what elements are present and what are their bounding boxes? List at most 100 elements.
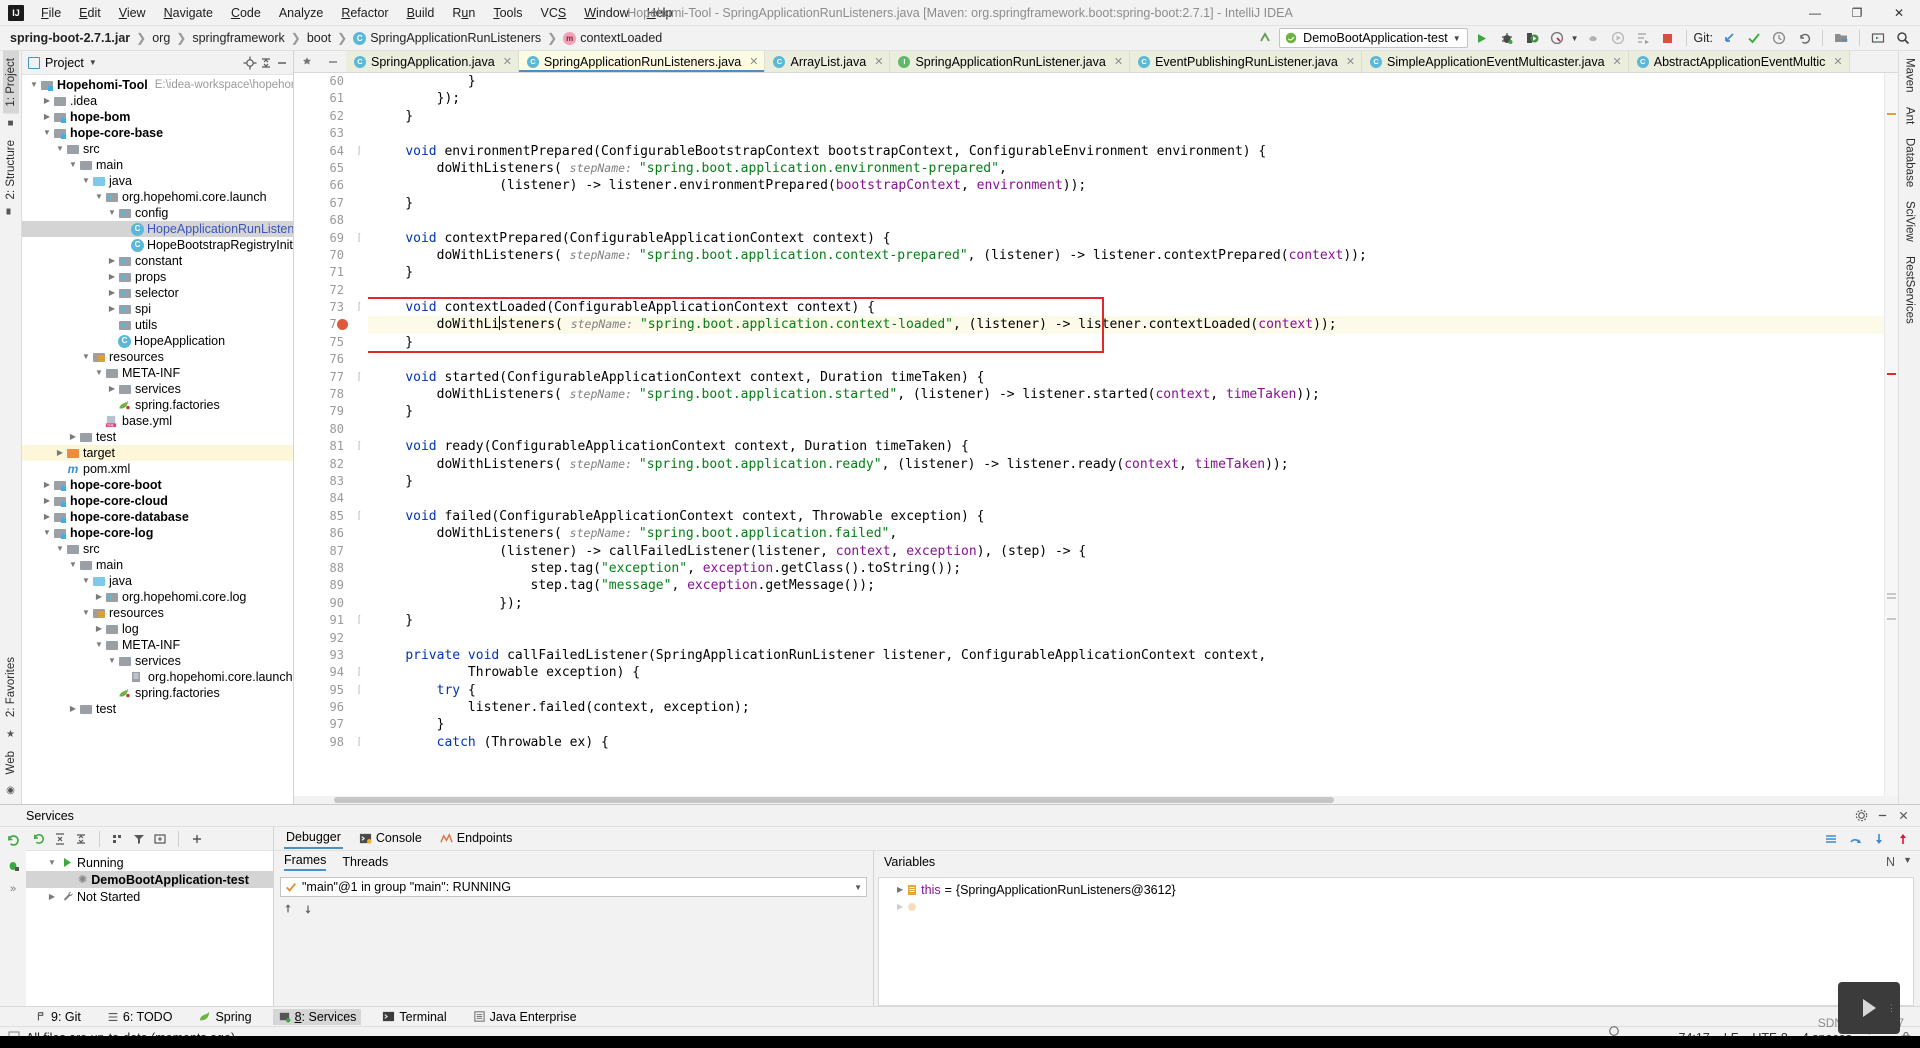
project-tree-node[interactable]: ▶ org.hopehomi.core.log <box>22 589 293 605</box>
tool-strip-spring[interactable]: Spring <box>193 1009 256 1025</box>
code-line[interactable]: } <box>368 264 1884 281</box>
code-line[interactable]: Throwable exception) { <box>368 664 1884 681</box>
code-line[interactable]: step.tag("message", exception.getMessage… <box>368 577 1884 594</box>
tree-expand-arrow-icon[interactable]: ▶ <box>41 93 53 109</box>
line-number[interactable]: 80 <box>294 421 350 438</box>
menu-vcs[interactable]: VCS <box>532 3 576 23</box>
line-number[interactable]: 66 <box>294 177 350 194</box>
fold-marker[interactable] <box>350 316 368 333</box>
project-tree-node[interactable]: YML base.yml <box>22 413 293 429</box>
code-line[interactable]: } <box>368 403 1884 420</box>
expand-arrow-icon[interactable]: ▶ <box>897 885 903 894</box>
fold-marker[interactable]: ⎰ <box>350 664 368 681</box>
rerun-icon[interactable] <box>32 832 46 846</box>
code-editor[interactable]: 6061626364656667686970717273747576777879… <box>294 73 1898 796</box>
fold-marker[interactable] <box>350 247 368 264</box>
git-update-icon[interactable] <box>1718 28 1740 49</box>
fold-marker[interactable]: ⎰ <box>350 230 368 247</box>
menu-file[interactable]: File <box>32 3 70 23</box>
code-line[interactable]: } <box>368 195 1884 212</box>
debug-icon[interactable] <box>1496 28 1518 49</box>
code-line[interactable]: } <box>368 473 1884 490</box>
fold-marker[interactable]: ⎰ <box>350 369 368 386</box>
breadcrumb-item-springframework[interactable]: springframework <box>188 30 288 46</box>
code-line[interactable] <box>368 630 1884 647</box>
code-line[interactable]: catch (Throwable ex) { <box>368 734 1884 751</box>
layout-settings-icon[interactable] <box>1824 832 1838 846</box>
fold-marker[interactable]: ⎰ <box>350 734 368 751</box>
tree-expand-arrow-icon[interactable]: ▼ <box>46 858 58 867</box>
fold-marker[interactable]: ⎰ <box>350 299 368 316</box>
line-number[interactable]: 78 <box>294 386 350 403</box>
tree-expand-arrow-icon[interactable]: ▼ <box>54 541 66 557</box>
editor-tab[interactable]: C SpringApplicationRunListeners.java ✕ <box>518 51 766 72</box>
fold-marker[interactable] <box>350 334 368 351</box>
tree-expand-arrow-icon[interactable]: ▼ <box>67 157 79 173</box>
code-line[interactable]: void contextPrepared(ConfigurableApplica… <box>368 230 1884 247</box>
hide-panel-icon[interactable] <box>275 56 289 70</box>
line-number-gutter[interactable]: 6061626364656667686970717273747576777879… <box>294 73 350 796</box>
project-tree-node[interactable]: ▶ hope-core-boot <box>22 477 293 493</box>
project-tree-node[interactable]: ▶ spi <box>22 301 293 317</box>
stop-icon[interactable] <box>1657 28 1679 49</box>
attach-profiler-icon[interactable] <box>1582 28 1604 49</box>
project-tree-node[interactable]: org.hopehomi.core.launch.spi.Sp <box>22 669 293 685</box>
profiler-icon[interactable] <box>1546 28 1568 49</box>
tree-expand-arrow-icon[interactable]: ▼ <box>93 637 105 653</box>
fold-marker[interactable] <box>350 177 368 194</box>
fold-marker[interactable] <box>350 456 368 473</box>
line-number[interactable]: 94 <box>294 664 350 681</box>
tree-expand-arrow-icon[interactable]: ▼ <box>41 125 53 141</box>
project-tree-node[interactable]: ▶ hope-core-cloud <box>22 493 293 509</box>
expand-all-icon[interactable] <box>53 832 67 846</box>
editor-tab[interactable]: I SpringApplicationRunListener.java ✕ <box>890 51 1131 72</box>
project-tree-node[interactable]: C HopeApplicationRunListener <box>22 221 293 237</box>
fold-marker[interactable]: ⎰ <box>350 612 368 629</box>
fold-marker[interactable] <box>350 716 368 733</box>
project-tree-node[interactable]: ▼ src <box>22 541 293 557</box>
step-into-icon[interactable] <box>1872 832 1886 846</box>
expand-arrow-icon[interactable]: ▶ <box>897 902 903 911</box>
menu-window[interactable]: Window <box>575 3 637 23</box>
menu-code[interactable]: Code <box>222 3 270 23</box>
tree-expand-arrow-icon[interactable]: ▼ <box>93 365 105 381</box>
line-number[interactable]: 63 <box>294 125 350 142</box>
project-tree-node[interactable]: ▼ org.hopehomi.core.launch <box>22 189 293 205</box>
step-over-icon[interactable] <box>1848 832 1862 846</box>
project-tree-node[interactable]: ▼ META-INF <box>22 637 293 653</box>
line-number[interactable]: 72 <box>294 282 350 299</box>
frame-down-icon[interactable] <box>302 903 314 915</box>
frame-up-icon[interactable] <box>282 903 294 915</box>
fold-marker[interactable]: ⎰ <box>350 438 368 455</box>
minimize-tool-window-icon[interactable] <box>1876 809 1889 822</box>
maximize-button[interactable]: ❐ <box>1836 0 1878 26</box>
project-tree-node[interactable]: ▼ Hopehomi-Tool E:\idea-workspace\hopehomi… <box>22 77 293 93</box>
fold-marker[interactable] <box>350 473 368 490</box>
tabs-menu-icon[interactable] <box>294 51 320 72</box>
tree-expand-arrow-icon[interactable]: ▶ <box>93 621 105 637</box>
project-tree-node[interactable]: ▶ hope-bom <box>22 109 293 125</box>
line-number[interactable]: 64 <box>294 143 350 160</box>
editor-horizontal-scrollbar[interactable] <box>294 796 1898 804</box>
close-tab-icon[interactable]: ✕ <box>749 55 758 68</box>
scroll-from-source-icon[interactable] <box>243 56 257 70</box>
chevron-down-icon[interactable]: ▼ <box>1571 34 1579 43</box>
project-tree-node[interactable]: ▶ services <box>22 381 293 397</box>
line-number[interactable]: 96 <box>294 699 350 716</box>
rail-item-ant[interactable]: Ant <box>1902 100 1918 131</box>
code-line[interactable]: } <box>368 73 1884 90</box>
close-tab-icon[interactable]: ✕ <box>503 55 512 68</box>
fold-marker[interactable] <box>350 490 368 507</box>
editor-tab[interactable]: C SpringApplication.java ✕ <box>346 51 519 72</box>
fold-marker[interactable] <box>350 264 368 281</box>
tool-strip-git[interactable]: 9: Git <box>30 1009 86 1025</box>
code-line[interactable] <box>368 282 1884 299</box>
rail-item-web[interactable]: Web <box>3 744 19 781</box>
chevron-down-icon[interactable]: ▼ <box>854 883 862 892</box>
tree-expand-arrow-icon[interactable]: ▶ <box>106 269 118 285</box>
project-tree-node[interactable]: ▼ src <box>22 141 293 157</box>
fold-marker[interactable] <box>350 543 368 560</box>
line-number[interactable]: 82 <box>294 456 350 473</box>
breadcrumb-item-boot[interactable]: boot <box>303 30 335 46</box>
project-tree-node[interactable]: ▼ resources <box>22 349 293 365</box>
